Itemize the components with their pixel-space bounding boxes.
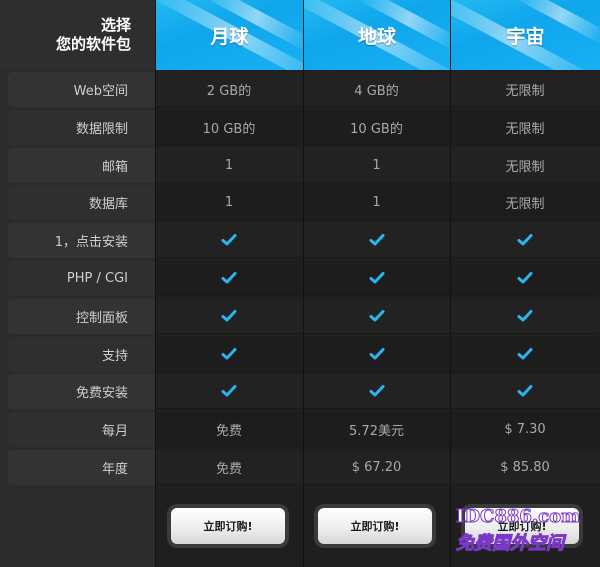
table-cell: 无限制 [451,110,599,145]
check-icon [517,234,533,246]
table-cell [304,299,449,334]
check-icon [221,385,237,397]
row-label: 支持 [8,337,155,372]
table-cell: 1 [304,185,449,220]
pricing-table: 选择 您的软件包 月球 地球 宇宙 Web空间 2 GB的 4 GB的 无限制 数据限制… [0,0,600,567]
table-cell: 1 [156,148,302,183]
table-cell: 2 GB的 [156,72,302,107]
plan-title: 宇宙 [506,25,545,48]
table-cell [304,223,449,258]
corner-line-1: 选择 [100,16,131,34]
check-icon [369,272,384,284]
table-cell [451,337,599,372]
table-cell [156,299,302,334]
corner-line-2: 您的软件包 [55,35,131,53]
row-label: 数据限制 [8,110,155,145]
table-cell [156,337,302,372]
check-icon [369,234,384,246]
table-cell [304,337,449,372]
row-label: 年度 [8,450,155,485]
table-cell [156,374,302,409]
order-button-earth[interactable]: 立即订购! [318,508,432,544]
plan-title: 地球 [357,25,396,48]
plan-header-universe: 宇宙 [450,0,600,70]
table-cell: 无限制 [451,72,599,107]
check-icon [517,272,533,284]
table-cell [451,374,599,409]
table-cell: 免费 [156,450,302,485]
table-cell: 免费 [156,412,302,447]
table-cell: 1 [304,148,449,183]
table-cell: 无限制 [451,148,599,183]
check-icon [369,348,384,360]
table-cell: 5.72美元 [304,412,449,447]
row-label: 邮箱 [8,148,155,183]
table-cell [451,299,599,334]
table-cell: $ 67.20 [304,450,449,485]
check-icon [221,348,237,360]
table-cell: $ 85.80 [451,450,599,485]
check-icon [369,310,384,322]
table-cell: 无限制 [451,185,599,220]
check-icon [369,385,384,397]
table-cell: $ 7.30 [451,412,599,447]
row-label: 免费安装 [8,374,155,409]
row-label: 数据库 [8,185,155,220]
table-corner-heading: 选择 您的软件包 [0,0,155,70]
check-icon [221,272,237,284]
row-label: 每月 [8,412,155,447]
check-icon [517,385,533,397]
row-label: PHP / CGI [8,261,155,296]
table-cell: 4 GB的 [304,72,449,107]
table-cell [451,261,599,296]
row-label: 控制面板 [8,299,155,334]
table-cell [451,223,599,258]
table-cell [156,261,302,296]
table-cell: 10 GB的 [156,110,302,145]
order-button-universe[interactable]: 立即订购! [465,508,579,544]
row-label: Web空间 [8,72,155,107]
plan-header-moon: 月球 [155,0,303,70]
table-cell: 10 GB的 [304,110,449,145]
check-icon [517,310,533,322]
check-icon [517,348,533,360]
plan-header-earth: 地球 [303,0,450,70]
check-icon [221,234,237,246]
plan-title: 月球 [210,25,249,48]
table-cell [304,261,449,296]
table-cell [156,223,302,258]
order-button-moon[interactable]: 立即订购! [171,508,285,544]
check-icon [221,310,237,322]
row-label: 1，点击安装 [8,223,155,258]
table-cell: 1 [156,185,302,220]
table-cell [304,374,449,409]
